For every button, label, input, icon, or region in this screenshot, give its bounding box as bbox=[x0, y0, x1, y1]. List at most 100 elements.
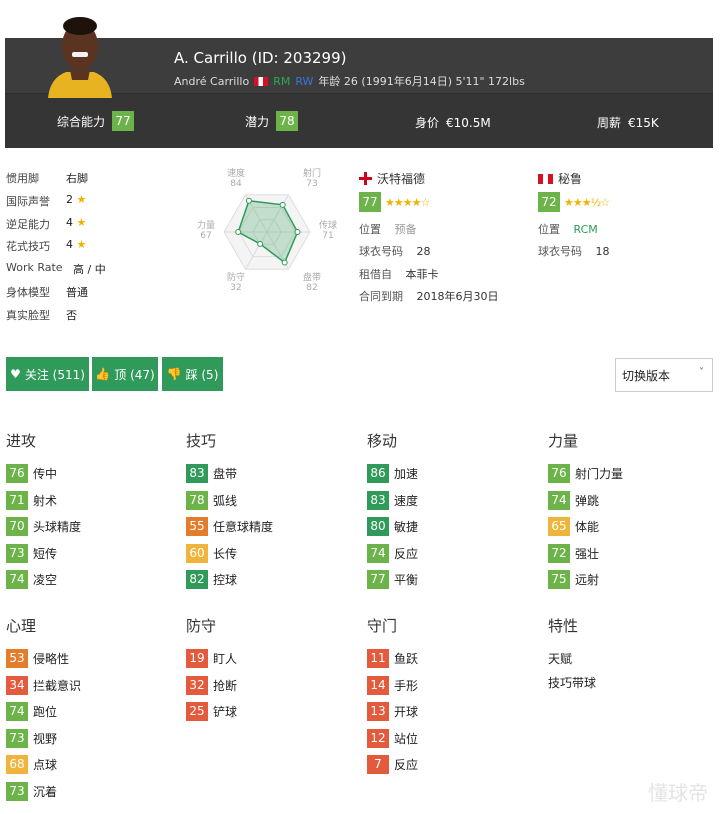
attribute-item: 83 盘带 bbox=[186, 464, 237, 483]
attribute-item: 55 任意球精度 bbox=[186, 517, 273, 537]
attribute-item: 73 视野 bbox=[6, 728, 58, 748]
attribute-item: 19 盯人 bbox=[186, 649, 237, 668]
attribute-item: 78 弧线 bbox=[186, 490, 237, 510]
radar-axis-value: 71 bbox=[322, 231, 333, 241]
attribute-rating: 13 bbox=[367, 702, 389, 722]
attribute-item: 76 传中 bbox=[6, 464, 57, 483]
attribute-item: 80 敏捷 bbox=[367, 517, 418, 537]
star-icon: ★ bbox=[73, 238, 87, 252]
nation-name[interactable]: 秘鲁 bbox=[558, 170, 582, 187]
attribute-rating: 74 bbox=[367, 543, 389, 563]
radar-axis-value: 73 bbox=[306, 179, 317, 189]
section-title: 防守 bbox=[186, 617, 217, 635]
attribute-label: 速度 bbox=[394, 493, 419, 508]
attribute-rating: 75 bbox=[548, 570, 570, 590]
radar-axis-value: 82 bbox=[306, 283, 317, 293]
radar-axis-label: 速度 bbox=[227, 167, 245, 179]
info-value: 高 / 中 bbox=[73, 263, 106, 277]
info-row: 花式技巧 4 ★ bbox=[6, 238, 86, 254]
section-title: 力量 bbox=[548, 432, 579, 450]
attribute-item: 83 速度 bbox=[367, 490, 419, 510]
radar-point bbox=[257, 240, 264, 247]
nation-number: 球衣号码 18 bbox=[538, 243, 610, 259]
info-row: 身体模型 普通 bbox=[6, 284, 88, 300]
attribute-label: 头球精度 bbox=[33, 520, 82, 535]
section-title: 守门 bbox=[367, 617, 398, 635]
attribute-label: 鱼跃 bbox=[394, 652, 419, 666]
attribute-item: 74 弹跳 bbox=[548, 490, 599, 510]
attribute-rating: 53 bbox=[6, 649, 28, 668]
attribute-rating: 76 bbox=[548, 464, 570, 483]
attribute-rating: 25 bbox=[186, 702, 208, 722]
attribute-item: 77 平衡 bbox=[367, 570, 419, 590]
radar-point bbox=[245, 197, 252, 204]
attribute-label: 侵略性 bbox=[33, 652, 70, 666]
attribute-rating: 73 bbox=[6, 543, 28, 563]
attribute-label: 平衡 bbox=[394, 573, 419, 588]
attribute-label: 视野 bbox=[33, 731, 58, 746]
attribute-item: 32 抢断 bbox=[186, 675, 238, 695]
attribute-rating: 55 bbox=[186, 517, 208, 537]
attribute-rating: 19 bbox=[186, 649, 208, 668]
attribute-rating: 32 bbox=[186, 675, 208, 695]
attribute-rating: 72 bbox=[548, 543, 570, 563]
attribute-label: 凌空 bbox=[33, 573, 58, 588]
radar-axis-label: 射门 bbox=[303, 167, 321, 179]
attribute-item: 73 短传 bbox=[6, 543, 58, 563]
club-rating-badge: 77 bbox=[359, 192, 381, 212]
attribute-rating: 73 bbox=[6, 728, 28, 748]
club-number-label: 球衣号码 bbox=[359, 245, 403, 258]
version-select[interactable]: 切换版本 ˅ bbox=[615, 358, 713, 392]
club-name[interactable]: 沃特福德 bbox=[377, 170, 425, 187]
info-value: 否 bbox=[66, 308, 77, 322]
attribute-rating: 82 bbox=[186, 570, 208, 590]
attribute-label: 铲球 bbox=[213, 705, 238, 720]
club-header: 沃特福德 bbox=[359, 170, 425, 187]
section-title: 移动 bbox=[367, 432, 398, 450]
attribute-label: 加速 bbox=[394, 467, 419, 481]
attribute-label: 开球 bbox=[394, 705, 419, 720]
radar-axis-label: 盘带 bbox=[303, 271, 321, 283]
attribute-item: 74 跑位 bbox=[6, 702, 57, 722]
dislike-label: 踩 (5) bbox=[185, 367, 219, 382]
club-contract-label: 合同到期 bbox=[359, 290, 403, 303]
attribute-item: 34 拦截意识 bbox=[6, 675, 81, 695]
attribute-rating: 14 bbox=[367, 675, 389, 695]
attribute-label: 体能 bbox=[575, 520, 600, 535]
attribute-rating: 68 bbox=[6, 755, 28, 775]
attribute-item: 75 远射 bbox=[548, 570, 599, 590]
attribute-item: 14 手形 bbox=[367, 675, 418, 695]
attribute-item: 74 反应 bbox=[367, 543, 418, 563]
attribute-rating: 80 bbox=[367, 517, 389, 537]
info-key: 惯用脚 bbox=[6, 172, 39, 185]
attribute-rating: 76 bbox=[6, 464, 28, 483]
attribute-label: 点球 bbox=[33, 758, 58, 773]
like-button[interactable]: 👍 顶 (47) bbox=[92, 357, 158, 391]
section-title: 进攻 bbox=[6, 432, 37, 450]
radar-axis-value: 32 bbox=[230, 283, 241, 293]
radar-axis-value: 84 bbox=[230, 179, 242, 189]
attribute-item: 72 强壮 bbox=[548, 543, 599, 563]
attribute-rating: 60 bbox=[186, 543, 208, 563]
attribute-rating: 71 bbox=[6, 490, 28, 510]
dislike-button[interactable]: 👎 踩 (5) bbox=[162, 357, 223, 391]
player-bio: 年龄 26 (1991年6月14日) 5'11" 172lbs bbox=[318, 75, 525, 88]
attribute-item: 65 体能 bbox=[548, 517, 600, 537]
position-rm[interactable]: RM bbox=[273, 75, 290, 88]
club-contract: 合同到期 2018年6月30日 bbox=[359, 288, 499, 304]
attribute-label: 短传 bbox=[33, 546, 58, 561]
info-key: 身体模型 bbox=[6, 286, 50, 299]
info-row: Work Rate 高 / 中 bbox=[6, 261, 106, 276]
radar-point bbox=[294, 229, 301, 235]
attribute-rating: 7 bbox=[367, 755, 389, 775]
attribute-label: 反应 bbox=[394, 758, 419, 773]
follow-button[interactable]: ♥ 关注 (511) bbox=[6, 357, 89, 391]
club-loan-value[interactable]: 本菲卡 bbox=[406, 268, 439, 281]
attribute-label: 盯人 bbox=[213, 652, 238, 666]
position-rw[interactable]: RW bbox=[295, 75, 313, 88]
wage-amount: €15K bbox=[628, 115, 659, 130]
club-loan-label: 租借自 bbox=[359, 268, 392, 281]
peru-flag-icon bbox=[254, 76, 269, 86]
attribute-label: 抢断 bbox=[213, 678, 238, 693]
attribute-rating: 70 bbox=[6, 517, 28, 537]
